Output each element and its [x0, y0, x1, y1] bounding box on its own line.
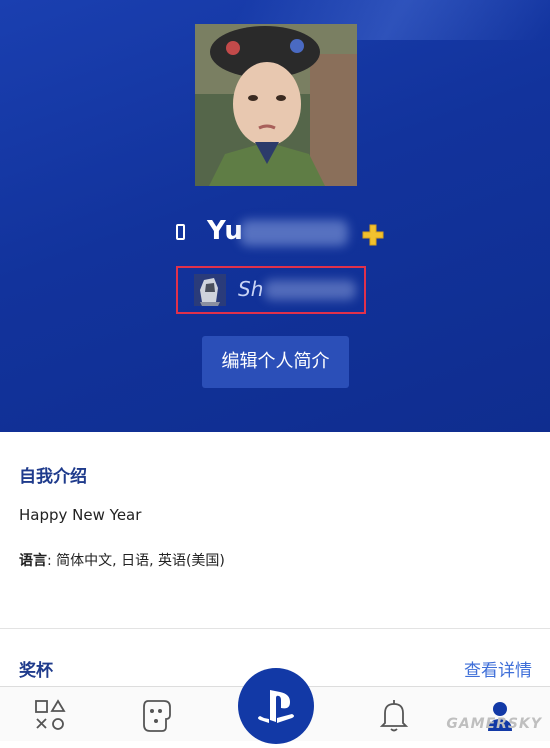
nickname-avatar	[194, 274, 226, 306]
games-icon[interactable]	[32, 697, 68, 733]
bell-icon[interactable]	[376, 697, 412, 733]
playstation-icon	[258, 690, 294, 723]
ps-plus-icon	[362, 224, 384, 246]
language-line: 语言: 简体中文, 日语, 英语(美国)	[19, 553, 225, 569]
profile-header: Yu Sh 编辑个人简介	[0, 0, 550, 432]
about-bio: Happy New Year	[19, 506, 142, 524]
online-id-row: Yu	[0, 216, 550, 256]
view-trophy-details-link[interactable]: 查看详情	[464, 656, 532, 681]
language-label: 语言	[19, 553, 47, 569]
online-id-blurred	[240, 220, 348, 246]
nickname-blurred	[264, 280, 356, 300]
about-section: 自我介绍 Happy New Year 语言: 简体中文, 日语, 英语(美国)	[0, 432, 550, 628]
nickname-avatar-image	[194, 274, 226, 306]
playstation-home-button[interactable]	[238, 668, 314, 744]
watermark: GAMERSKY	[446, 716, 542, 732]
profile-avatar[interactable]	[195, 24, 357, 186]
mobile-device-icon	[176, 224, 185, 240]
trophies-title: 奖杯	[19, 661, 53, 681]
edit-profile-button[interactable]: 编辑个人简介	[202, 336, 349, 388]
section-divider	[0, 628, 550, 629]
avatar-image	[195, 24, 357, 186]
language-list: 简体中文, 日语, 英语(美国)	[56, 553, 225, 569]
nickname: Sh	[238, 277, 264, 301]
online-id: Yu	[207, 216, 244, 246]
about-title: 自我介绍	[19, 467, 87, 487]
social-icon[interactable]	[138, 697, 174, 733]
nickname-highlight-box: Sh	[176, 266, 366, 314]
